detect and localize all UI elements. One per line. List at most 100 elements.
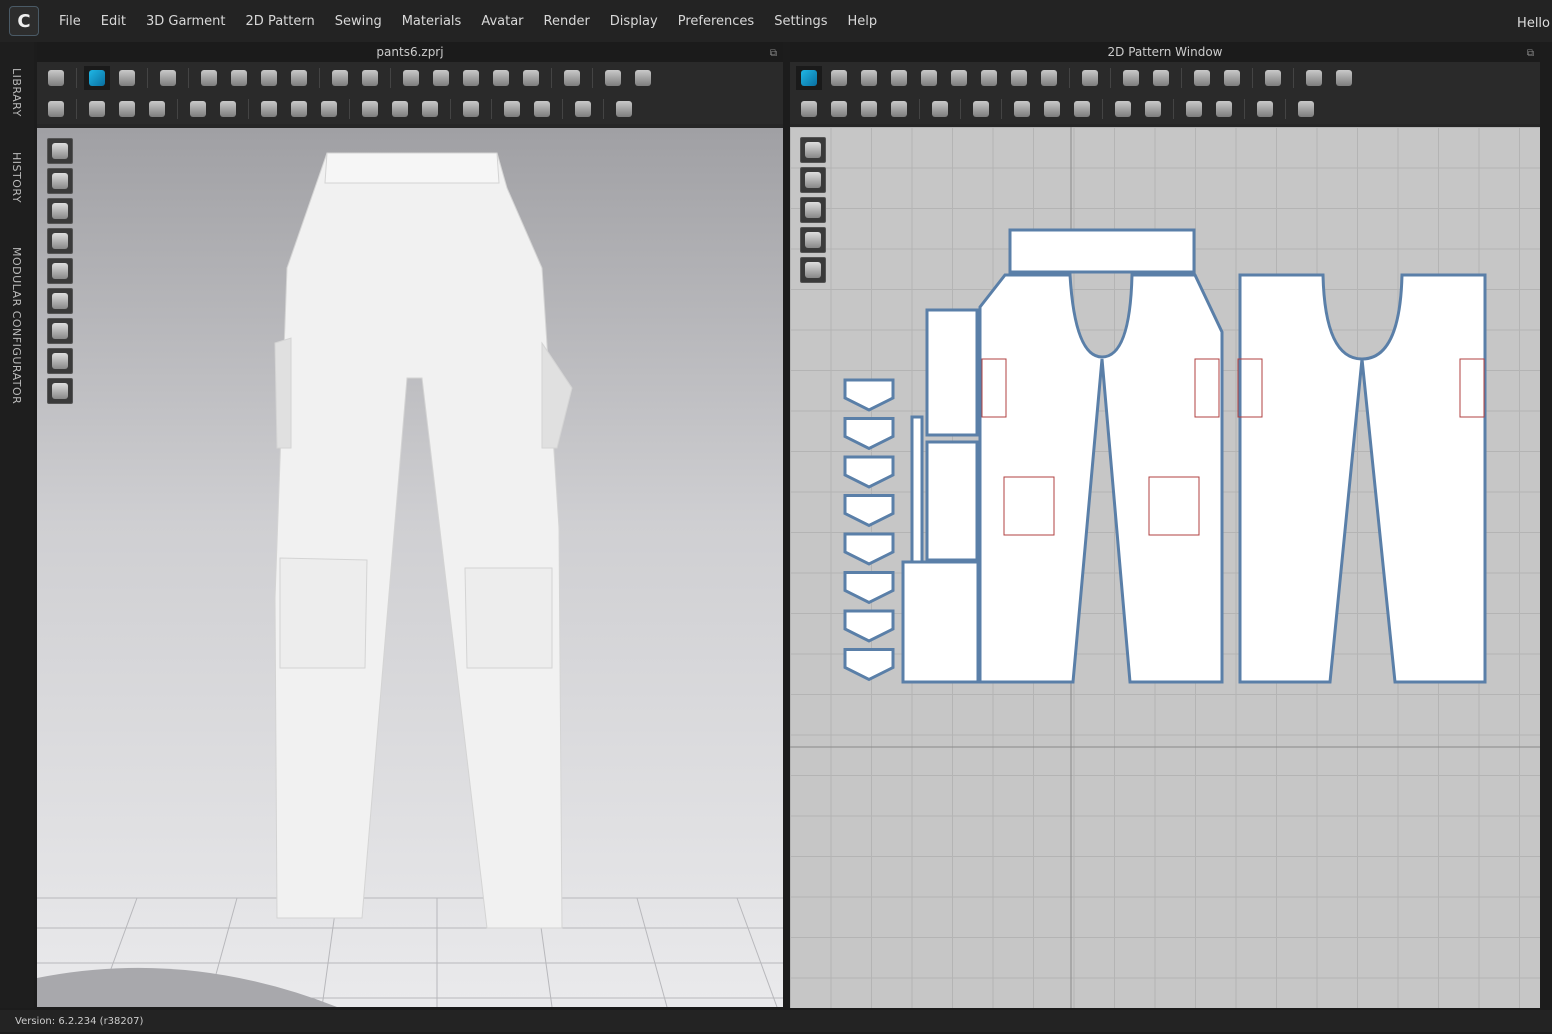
simulation-shirt-icon[interactable]: [155, 66, 181, 90]
zipper-pull-icon[interactable]: [458, 97, 484, 121]
more-icon[interactable]: [611, 97, 637, 121]
fold-add-icon[interactable]: [1252, 97, 1278, 121]
pin-icon[interactable]: [327, 66, 353, 90]
text-icon[interactable]: [1219, 66, 1245, 90]
strap-piece[interactable]: [910, 415, 924, 564]
avatar-head-icon[interactable]: [47, 348, 73, 374]
show-garment-icon[interactable]: [800, 167, 826, 193]
show-fabric-icon[interactable]: [47, 288, 73, 314]
grading-icon[interactable]: [1260, 66, 1286, 90]
ruler-icon[interactable]: [1148, 66, 1174, 90]
curve-sewing-icon[interactable]: [856, 97, 882, 121]
front-pants-piece[interactable]: [978, 273, 1224, 684]
trace-icon[interactable]: [976, 66, 1002, 90]
elastic-icon[interactable]: [1181, 97, 1207, 121]
menu-sewing[interactable]: Sewing: [325, 14, 392, 29]
select-move-icon[interactable]: [84, 65, 110, 90]
avatar-icon[interactable]: [518, 66, 544, 90]
3d-viewport[interactable]: [37, 128, 783, 1007]
tab-library[interactable]: LIBRARY: [10, 68, 23, 117]
seam-allowance-icon[interactable]: [1118, 66, 1144, 90]
pattern-outline-icon[interactable]: [1036, 66, 1062, 90]
pattern-piece-group[interactable]: [901, 228, 1487, 684]
puckering-icon[interactable]: [968, 97, 994, 121]
select-trim-icon[interactable]: [499, 97, 525, 121]
pocket-piece[interactable]: [901, 560, 980, 684]
curve-icon[interactable]: [215, 97, 241, 121]
measure-icon[interactable]: [559, 66, 585, 90]
tab-history[interactable]: HISTORY: [10, 152, 23, 203]
free-sewing-icon[interactable]: [826, 97, 852, 121]
menu-avatar[interactable]: Avatar: [471, 14, 533, 29]
segment-sewing-icon[interactable]: [796, 97, 822, 121]
topstitch-icon[interactable]: [1110, 97, 1136, 121]
back-pants-piece[interactable]: [1238, 273, 1487, 684]
jacket-icon[interactable]: [488, 66, 514, 90]
free-sewing-icon[interactable]: [226, 66, 252, 90]
button-icon[interactable]: [357, 97, 383, 121]
brush-icon[interactable]: [144, 97, 170, 121]
cargo-pants-3d[interactable]: [274, 152, 573, 929]
info-icon[interactable]: [800, 197, 826, 223]
rectangle-icon[interactable]: [856, 66, 882, 90]
trim-icon[interactable]: [570, 97, 596, 121]
menu-edit[interactable]: Edit: [91, 14, 136, 29]
lock-garment-icon[interactable]: [800, 257, 826, 283]
circle-icon[interactable]: [886, 66, 912, 90]
show-garment-icon[interactable]: [47, 198, 73, 224]
drop-arrow-icon[interactable]: [43, 66, 69, 90]
graphic-icon[interactable]: [286, 97, 312, 121]
user-greeting[interactable]: Hello: [1517, 16, 1550, 31]
iron-icon[interactable]: [927, 97, 953, 121]
menu-2d-pattern[interactable]: 2D Pattern: [236, 14, 325, 29]
steam-icon[interactable]: [357, 66, 383, 90]
pattern-line-icon[interactable]: [800, 137, 826, 163]
dart-icon[interactable]: [946, 66, 972, 90]
popout-icon[interactable]: ⧉: [1527, 44, 1534, 64]
dashed-line-icon[interactable]: [1140, 97, 1166, 121]
edit-curvature-icon[interactable]: [114, 97, 140, 121]
pocket-flap-piece[interactable]: [843, 532, 895, 566]
menu-3d-garment[interactable]: 3D Garment: [136, 14, 236, 29]
text-select-icon[interactable]: [1189, 66, 1215, 90]
show-texture-icon[interactable]: [47, 228, 73, 254]
menu-render[interactable]: Render: [534, 14, 600, 29]
cut-icon[interactable]: [1006, 66, 1032, 90]
pocket-flap-piece[interactable]: [843, 378, 895, 412]
tab-modular-configurator[interactable]: MODULAR CONFIGURATOR: [10, 247, 23, 404]
menu-settings[interactable]: Settings: [764, 14, 837, 29]
segment-icon[interactable]: [185, 97, 211, 121]
menu-help[interactable]: Help: [838, 14, 888, 29]
garment-icon[interactable]: [47, 168, 73, 194]
segment-sewing-icon[interactable]: [196, 66, 222, 90]
zipper-icon[interactable]: [256, 97, 282, 121]
more-icon[interactable]: [600, 66, 626, 90]
tack-icon[interactable]: [286, 66, 312, 90]
2d-pattern-canvas[interactable]: [790, 127, 1540, 1008]
show-fabric-icon[interactable]: [800, 227, 826, 253]
side-pocket-piece[interactable]: [925, 440, 979, 562]
flap-piece[interactable]: [925, 308, 979, 437]
fold-arrange-icon[interactable]: [1077, 66, 1103, 90]
menu-preferences[interactable]: Preferences: [668, 14, 764, 29]
zigzag-icon[interactable]: [1211, 97, 1237, 121]
texture-icon[interactable]: [1039, 97, 1065, 121]
waistband-piece[interactable]: [1008, 228, 1196, 274]
show-garment-icon[interactable]: [428, 66, 454, 90]
transform-pattern-icon[interactable]: [114, 66, 140, 90]
gift-icon[interactable]: [1293, 97, 1319, 121]
free-curve-sewing-icon[interactable]: [256, 66, 282, 90]
fabric-roll-icon[interactable]: [529, 97, 555, 121]
pocket-flap-piece[interactable]: [843, 648, 895, 682]
avatar-pose-icon[interactable]: [1331, 66, 1357, 90]
pocket-flap-piece[interactable]: [843, 417, 895, 451]
buttonhole-icon[interactable]: [387, 97, 413, 121]
more-icon[interactable]: [630, 66, 656, 90]
menu-file[interactable]: File: [49, 14, 91, 29]
texture-edit-icon[interactable]: [1301, 66, 1327, 90]
texture-icon[interactable]: [316, 97, 342, 121]
avatar-box-icon[interactable]: [47, 138, 73, 164]
menu-materials[interactable]: Materials: [392, 14, 472, 29]
lock-button-icon[interactable]: [417, 97, 443, 121]
pocket-flap-piece[interactable]: [843, 609, 895, 643]
